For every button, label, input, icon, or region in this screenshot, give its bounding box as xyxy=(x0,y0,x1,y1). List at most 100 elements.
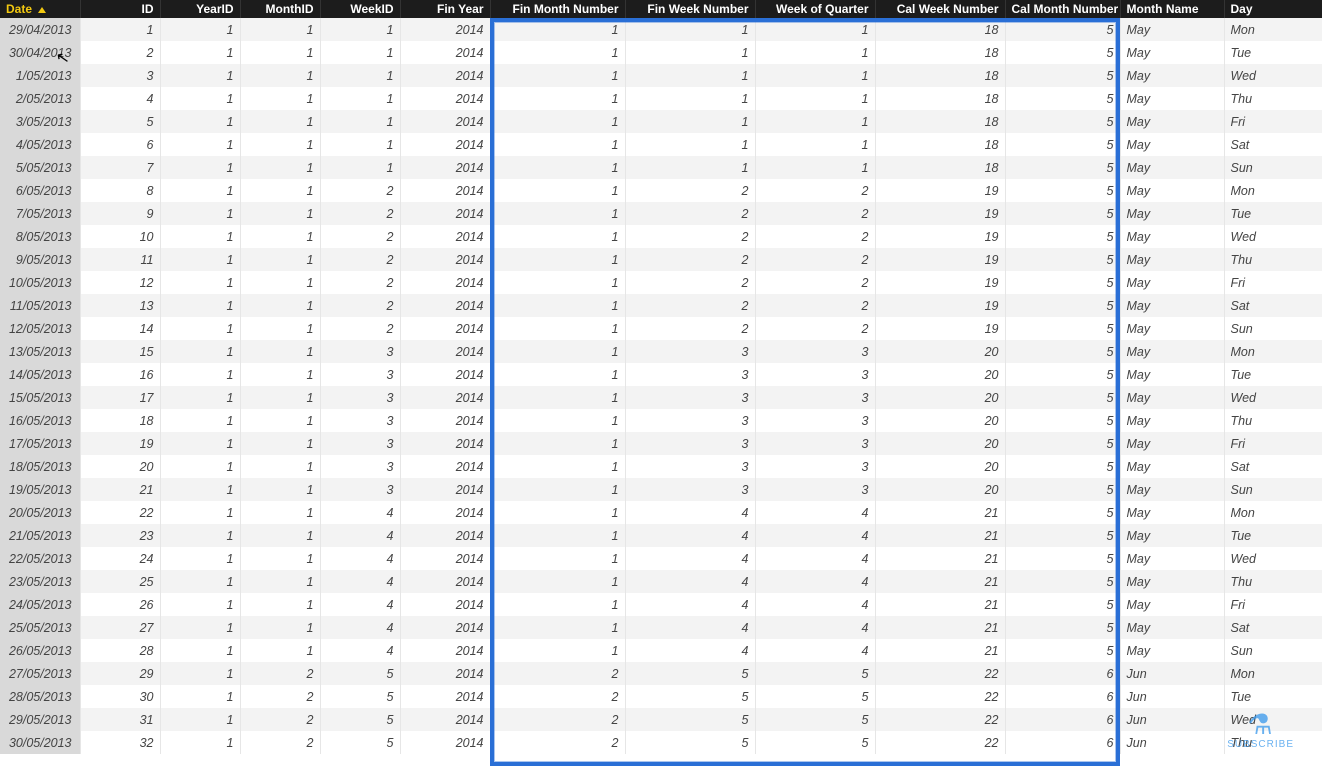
cell-cal_week_number[interactable]: 18 xyxy=(875,110,1005,133)
cell-cal_week_number[interactable]: 22 xyxy=(875,708,1005,731)
cell-date[interactable]: 16/05/2013 xyxy=(0,409,80,432)
cell-fin_year[interactable]: 2014 xyxy=(400,616,490,639)
cell-cal_month_number[interactable]: 5 xyxy=(1005,639,1120,662)
cell-fin_year[interactable]: 2014 xyxy=(400,87,490,110)
cell-fin_year[interactable]: 2014 xyxy=(400,340,490,363)
table-row[interactable]: 1/05/201331112014111185MayWed xyxy=(0,64,1322,87)
cell-fin_month_number[interactable]: 1 xyxy=(490,432,625,455)
cell-fin_week_number[interactable]: 1 xyxy=(625,64,755,87)
cell-year_id[interactable]: 1 xyxy=(160,455,240,478)
cell-month_name[interactable]: May xyxy=(1120,18,1224,41)
cell-id[interactable]: 17 xyxy=(80,386,160,409)
cell-fin_month_number[interactable]: 1 xyxy=(490,41,625,64)
cell-day[interactable]: Thu xyxy=(1224,731,1322,754)
cell-cal_week_number[interactable]: 19 xyxy=(875,294,1005,317)
cell-cal_month_number[interactable]: 5 xyxy=(1005,547,1120,570)
cell-fin_week_number[interactable]: 4 xyxy=(625,593,755,616)
cell-week_of_quarter[interactable]: 1 xyxy=(755,87,875,110)
cell-fin_month_number[interactable]: 1 xyxy=(490,294,625,317)
cell-day[interactable]: Fri xyxy=(1224,110,1322,133)
cell-month_id[interactable]: 1 xyxy=(240,455,320,478)
cell-id[interactable]: 8 xyxy=(80,179,160,202)
cell-week_id[interactable]: 4 xyxy=(320,639,400,662)
cell-week_id[interactable]: 4 xyxy=(320,501,400,524)
cell-id[interactable]: 30 xyxy=(80,685,160,708)
cell-fin_month_number[interactable]: 1 xyxy=(490,340,625,363)
cell-month_name[interactable]: May xyxy=(1120,639,1224,662)
column-header-id[interactable]: ID xyxy=(80,0,160,18)
cell-day[interactable]: Mon xyxy=(1224,179,1322,202)
table-row[interactable]: 18/05/2013201132014133205MaySat xyxy=(0,455,1322,478)
cell-month_name[interactable]: Jun xyxy=(1120,662,1224,685)
cell-week_of_quarter[interactable]: 3 xyxy=(755,478,875,501)
cell-fin_month_number[interactable]: 1 xyxy=(490,110,625,133)
cell-week_of_quarter[interactable]: 2 xyxy=(755,271,875,294)
cell-cal_week_number[interactable]: 20 xyxy=(875,363,1005,386)
cell-day[interactable]: Tue xyxy=(1224,685,1322,708)
cell-year_id[interactable]: 1 xyxy=(160,87,240,110)
cell-id[interactable]: 22 xyxy=(80,501,160,524)
cell-id[interactable]: 24 xyxy=(80,547,160,570)
table-row[interactable]: 10/05/2013121122014122195MayFri xyxy=(0,271,1322,294)
cell-date[interactable]: 10/05/2013 xyxy=(0,271,80,294)
table-row[interactable]: 3/05/201351112014111185MayFri xyxy=(0,110,1322,133)
cell-id[interactable]: 12 xyxy=(80,271,160,294)
cell-fin_month_number[interactable]: 2 xyxy=(490,731,625,754)
cell-fin_week_number[interactable]: 4 xyxy=(625,501,755,524)
cell-cal_week_number[interactable]: 20 xyxy=(875,432,1005,455)
cell-cal_month_number[interactable]: 6 xyxy=(1005,685,1120,708)
cell-date[interactable]: 11/05/2013 xyxy=(0,294,80,317)
cell-month_name[interactable]: May xyxy=(1120,202,1224,225)
table-row[interactable]: 17/05/2013191132014133205MayFri xyxy=(0,432,1322,455)
cell-fin_year[interactable]: 2014 xyxy=(400,386,490,409)
table-row[interactable]: 13/05/2013151132014133205MayMon xyxy=(0,340,1322,363)
cell-fin_month_number[interactable]: 1 xyxy=(490,616,625,639)
cell-cal_week_number[interactable]: 20 xyxy=(875,386,1005,409)
cell-fin_month_number[interactable]: 1 xyxy=(490,478,625,501)
cell-month_id[interactable]: 1 xyxy=(240,202,320,225)
cell-month_id[interactable]: 1 xyxy=(240,639,320,662)
table-row[interactable]: 24/05/2013261142014144215MayFri xyxy=(0,593,1322,616)
cell-fin_week_number[interactable]: 5 xyxy=(625,685,755,708)
cell-fin_week_number[interactable]: 1 xyxy=(625,133,755,156)
cell-day[interactable]: Sat xyxy=(1224,133,1322,156)
cell-month_name[interactable]: May xyxy=(1120,225,1224,248)
cell-cal_month_number[interactable]: 5 xyxy=(1005,409,1120,432)
cell-year_id[interactable]: 1 xyxy=(160,547,240,570)
cell-id[interactable]: 28 xyxy=(80,639,160,662)
cell-cal_month_number[interactable]: 5 xyxy=(1005,593,1120,616)
cell-day[interactable]: Sat xyxy=(1224,455,1322,478)
cell-week_of_quarter[interactable]: 5 xyxy=(755,731,875,754)
cell-week_of_quarter[interactable]: 2 xyxy=(755,294,875,317)
cell-fin_month_number[interactable]: 1 xyxy=(490,225,625,248)
cell-cal_month_number[interactable]: 5 xyxy=(1005,225,1120,248)
cell-fin_year[interactable]: 2014 xyxy=(400,271,490,294)
cell-cal_week_number[interactable]: 19 xyxy=(875,225,1005,248)
cell-week_id[interactable]: 1 xyxy=(320,41,400,64)
cell-cal_month_number[interactable]: 5 xyxy=(1005,340,1120,363)
cell-week_id[interactable]: 1 xyxy=(320,64,400,87)
cell-month_id[interactable]: 1 xyxy=(240,340,320,363)
cell-cal_month_number[interactable]: 5 xyxy=(1005,616,1120,639)
cell-month_name[interactable]: May xyxy=(1120,593,1224,616)
column-header-day[interactable]: Day xyxy=(1224,0,1322,18)
cell-cal_month_number[interactable]: 5 xyxy=(1005,363,1120,386)
cell-fin_year[interactable]: 2014 xyxy=(400,110,490,133)
cell-fin_month_number[interactable]: 2 xyxy=(490,708,625,731)
cell-week_id[interactable]: 5 xyxy=(320,708,400,731)
cell-cal_month_number[interactable]: 5 xyxy=(1005,179,1120,202)
cell-date[interactable]: 12/05/2013 xyxy=(0,317,80,340)
cell-fin_year[interactable]: 2014 xyxy=(400,202,490,225)
cell-month_name[interactable]: May xyxy=(1120,363,1224,386)
cell-week_id[interactable]: 4 xyxy=(320,524,400,547)
cell-day[interactable]: Tue xyxy=(1224,202,1322,225)
cell-id[interactable]: 7 xyxy=(80,156,160,179)
cell-fin_week_number[interactable]: 2 xyxy=(625,248,755,271)
cell-cal_month_number[interactable]: 6 xyxy=(1005,731,1120,754)
cell-date[interactable]: 7/05/2013 xyxy=(0,202,80,225)
cell-month_id[interactable]: 1 xyxy=(240,18,320,41)
cell-fin_week_number[interactable]: 3 xyxy=(625,409,755,432)
cell-date[interactable]: 25/05/2013 xyxy=(0,616,80,639)
cell-cal_week_number[interactable]: 21 xyxy=(875,524,1005,547)
cell-year_id[interactable]: 1 xyxy=(160,593,240,616)
